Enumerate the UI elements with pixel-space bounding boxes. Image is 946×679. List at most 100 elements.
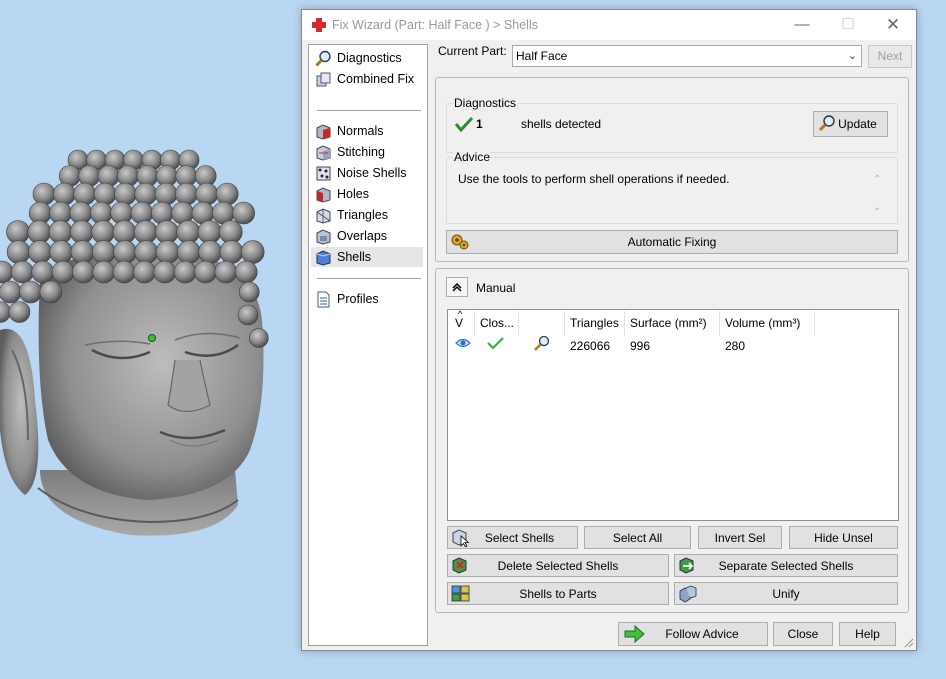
nav-item-triangles[interactable]: Triangles [311,205,423,225]
hair-curl [173,260,197,284]
3d-viewport[interactable] [0,0,300,679]
title-bar[interactable]: Fix Wizard (Part: Half Face ) > Shells —… [302,10,916,40]
collapse-manual-button[interactable] [446,277,468,297]
hair-curl [32,182,56,206]
hair-curl [133,260,156,284]
scroll-up-icon[interactable]: ⌃ [873,174,881,185]
update-button[interactable]: Update [813,111,888,137]
hair-curl [234,260,258,284]
shells-table[interactable]: V ^ Clos... Triangles Surface (mm²) Volu… [447,309,899,521]
separate-shells-icon [679,557,694,574]
next-button[interactable]: Next [868,45,912,68]
select-all-button[interactable]: Select All [584,526,691,549]
hair-curl [8,301,31,323]
hair-curl [70,240,95,264]
nav-item-stitching[interactable]: Stitching [311,142,423,162]
nav-label: Noise Shells [337,166,407,180]
nav-item-overlaps[interactable]: Overlaps [311,226,423,246]
shells-to-parts-icon [451,585,470,602]
arrow-right-icon [624,625,645,643]
current-part-dropdown[interactable]: Half Face ⌄ [512,45,862,67]
hair-curl [72,260,95,284]
column-header-closed[interactable]: Clos... [475,311,519,336]
invert-selection-button[interactable]: Invert Sel [698,526,782,549]
noise-shells-icon [316,166,331,180]
zoom-icon[interactable] [533,335,551,351]
hair-curl [49,240,73,264]
help-button[interactable]: Help [839,622,896,646]
column-header-volume[interactable]: Volume (mm³) [720,311,815,336]
follow-advice-button[interactable]: Follow Advice [618,622,768,646]
sort-arrow-icon: ^ [458,309,463,319]
automatic-fixing-button[interactable]: Automatic Fixing [446,230,898,254]
hair-curl [91,240,116,264]
hair-curl [155,240,180,264]
hair-curl [92,260,116,284]
separate-selected-shells-button[interactable]: Separate Selected Shells [674,554,898,577]
hair-curl [133,220,158,244]
unify-button[interactable]: Unify [674,582,898,605]
close-window-button[interactable]: ✕ [879,15,907,35]
nav-divider [317,110,421,111]
hair-curl [155,220,179,244]
chevron-up-icon [452,282,462,292]
diagnostics-group-title: Diagnostics [453,96,518,110]
close-button[interactable]: Close [773,622,833,646]
eye-icon[interactable] [455,337,471,349]
hair-curl [93,182,117,206]
overlaps-icon [316,228,331,245]
hair-curl [11,260,34,284]
hair-curl [31,260,55,284]
shells-to-parts-button[interactable]: Shells to Parts [447,582,669,605]
nav-item-combined-fix[interactable]: Combined Fix [311,69,423,89]
nav-label: Overlaps [337,229,388,243]
hair-curl [153,260,177,284]
current-part-value: Half Face [516,49,568,63]
resize-grip-icon[interactable] [902,636,914,648]
nav-label: Shells [337,250,372,264]
hair-curl [219,240,244,264]
automatic-fixing-label: Automatic Fixing [627,235,717,249]
column-header-triangles[interactable]: Triangles [565,311,625,336]
manual-title: Manual [476,281,516,295]
advice-group [446,157,898,224]
delete-selected-shells-button[interactable]: Delete Selected Shells [447,554,669,577]
column-header-zoom[interactable] [519,311,565,336]
hide-unselected-button[interactable]: Hide Unsel [789,526,898,549]
nav-divider [317,278,421,279]
minimize-button[interactable]: — [788,15,816,35]
magnifier-icon [818,115,835,132]
hair-curl [0,280,22,304]
diagnostics-message: shells detected [521,117,602,131]
magnifier-icon [315,50,331,67]
cell-surface: 996 [630,339,651,353]
hair-curl [6,240,31,264]
cell-volume: 280 [725,339,746,353]
hair-curl [6,220,30,244]
nav-item-noise-shells[interactable]: Noise Shells [311,163,423,183]
scroll-down-icon[interactable]: ⌄ [873,202,881,213]
hair-curl [154,182,178,206]
select-shells-button[interactable]: Select Shells [447,526,578,549]
maximize-button[interactable]: ☐ [834,15,862,35]
column-header-surface[interactable]: Surface (mm²) [625,311,720,336]
hair-curl [112,220,137,244]
nav-item-shells[interactable]: Shells [311,247,423,267]
hair-curl [177,240,201,264]
window-title: Fix Wizard (Part: Half Face ) > Shells [332,18,538,32]
hair-curl [218,220,243,244]
nav-item-holes[interactable]: Holes [311,184,423,204]
hair-curl [176,220,200,244]
hair-curl [214,260,238,284]
fix-wizard-dialog: Fix Wizard (Part: Half Face ) > Shells —… [301,9,917,651]
cell-triangles: 226066 [570,339,611,353]
hair-curl [237,304,259,326]
checkmark-icon [455,116,473,132]
gears-icon [451,234,469,250]
nav-item-diagnostics[interactable]: Diagnostics [311,48,423,68]
buddha-head-model [0,149,269,536]
nav-label: Holes [337,187,369,201]
nav-item-normals[interactable]: Normals [311,121,423,141]
nav-item-profiles[interactable]: Profiles [311,289,423,309]
hair-curl [194,260,217,284]
